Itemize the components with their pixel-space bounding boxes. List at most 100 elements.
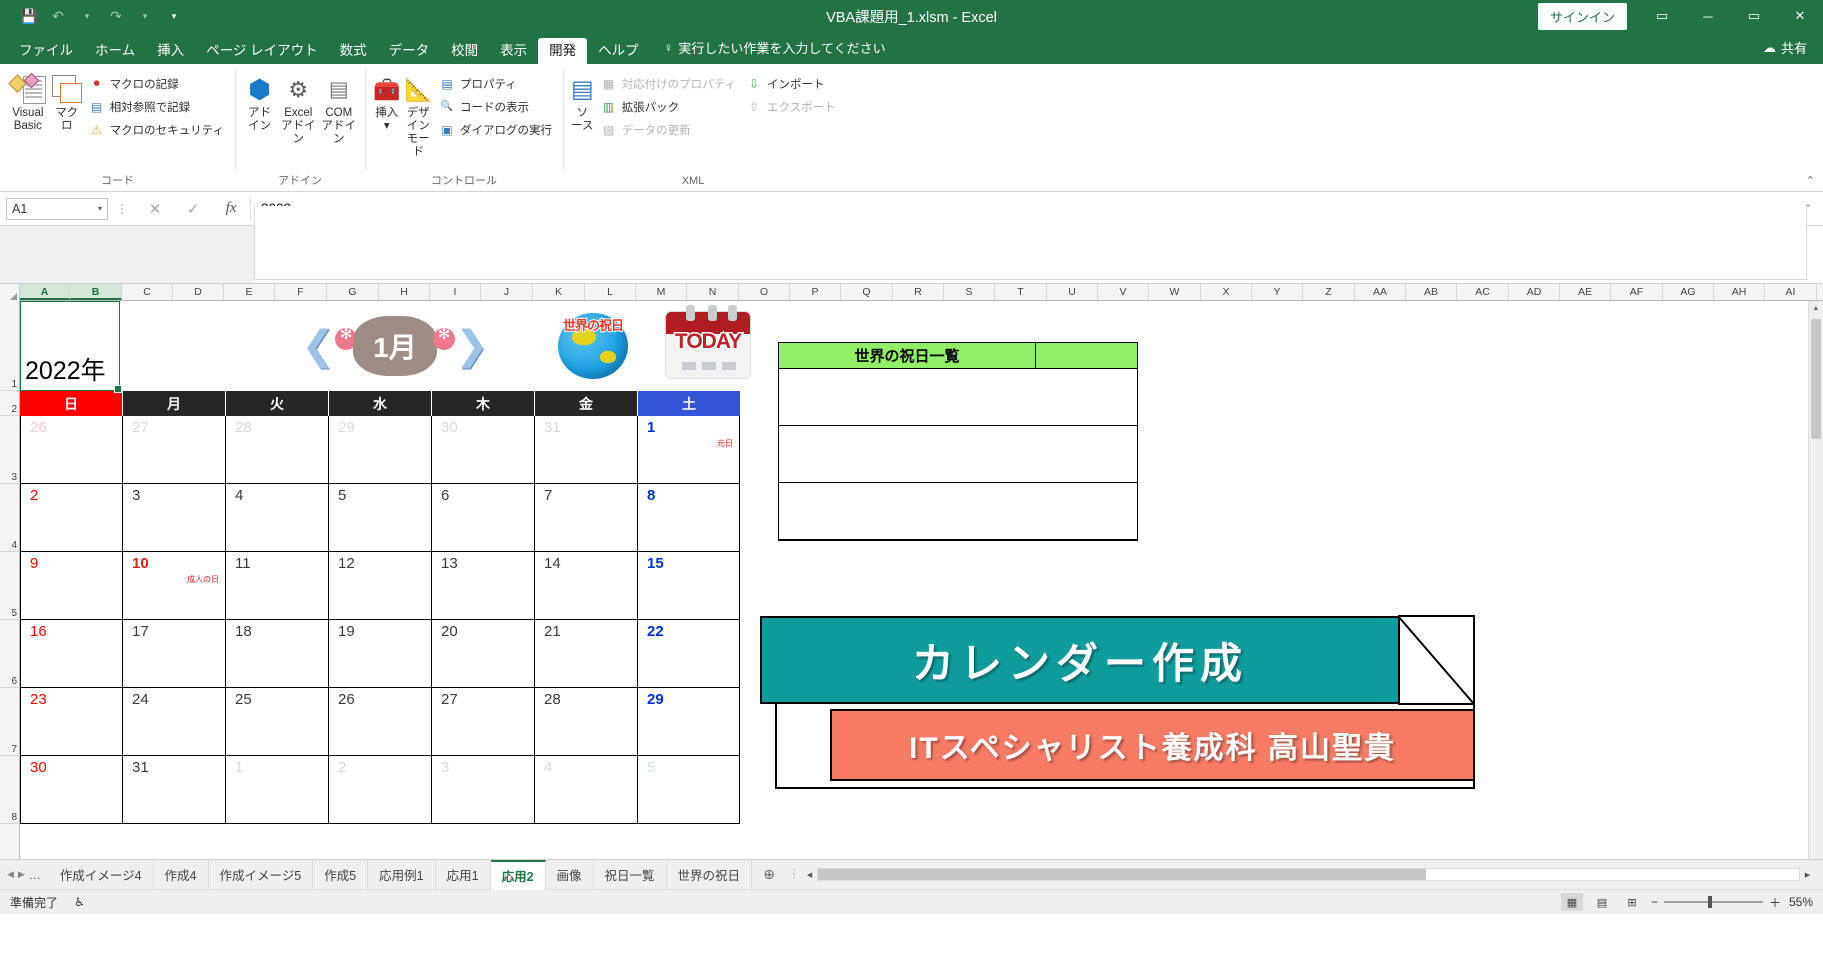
day-cell[interactable]: 20	[432, 620, 535, 688]
sheet-tab-gazou[interactable]: 画像	[546, 859, 594, 890]
col-header-V[interactable]: V	[1098, 284, 1149, 300]
sheet-tab-sakusei-image-5[interactable]: 作成イメージ5	[209, 859, 314, 890]
sheet-tab-sekai-no-shukujitsu[interactable]: 世界の祝日	[667, 859, 753, 890]
day-cell[interactable]: 31	[535, 416, 638, 484]
day-cell[interactable]: 27	[432, 688, 535, 756]
day-cell[interactable]: 10 成人の日	[123, 552, 226, 620]
world-holidays-button[interactable]: 世界の祝日	[558, 313, 628, 379]
name-box-dropdown-icon[interactable]: ▾	[98, 204, 102, 213]
tab-data[interactable]: データ	[378, 38, 441, 65]
col-header-D[interactable]: D	[173, 284, 224, 300]
col-header-P[interactable]: P	[790, 284, 841, 300]
cancel-formula-icon[interactable]: ✕	[136, 197, 174, 221]
col-header-W[interactable]: W	[1149, 284, 1201, 300]
save-icon[interactable]: 💾	[16, 4, 42, 28]
minimize-icon[interactable]: ─	[1685, 0, 1731, 32]
day-cell[interactable]: 18	[226, 620, 329, 688]
tab-view[interactable]: 表示	[489, 38, 538, 65]
col-header-H[interactable]: H	[379, 284, 430, 300]
col-header-AA[interactable]: AA	[1355, 284, 1406, 300]
horizontal-scrollbar[interactable]: ◀ ▶	[802, 867, 1815, 882]
run-dialog-button[interactable]: ▣ ダイアログの実行	[434, 118, 557, 141]
col-header-S[interactable]: S	[944, 284, 995, 300]
day-cell[interactable]: 8	[638, 484, 740, 552]
redo-dropdown-icon[interactable]: ▾	[132, 4, 158, 28]
day-cell[interactable]: 3	[432, 756, 535, 824]
import-button[interactable]: ⇩ インポート	[741, 72, 841, 95]
col-header-Q[interactable]: Q	[841, 284, 893, 300]
expansion-packs-button[interactable]: ▥ 拡張パック	[596, 95, 741, 118]
sheet-nav-overflow-icon[interactable]: …	[29, 868, 42, 882]
col-header-AB[interactable]: AB	[1406, 284, 1457, 300]
customize-qat-icon[interactable]: ▾	[161, 4, 187, 28]
zoom-knob[interactable]	[1707, 896, 1712, 908]
col-header-Y[interactable]: Y	[1252, 284, 1303, 300]
hscroll-thumb[interactable]	[818, 869, 1427, 880]
col-header-AH[interactable]: AH	[1714, 284, 1765, 300]
col-header-M[interactable]: M	[636, 284, 687, 300]
xml-source-button[interactable]: ▤ ソース	[569, 68, 596, 136]
day-cell[interactable]: 15	[638, 552, 740, 620]
use-relative-references-button[interactable]: ▤ 相対参照で記録	[84, 95, 229, 118]
sheet-nav-prev-icon[interactable]: ◀	[7, 869, 14, 880]
col-header-G[interactable]: G	[327, 284, 379, 300]
zoom-level[interactable]: 55%	[1789, 895, 1813, 909]
day-cell[interactable]: 22	[638, 620, 740, 688]
day-cell[interactable]: 29	[638, 688, 740, 756]
col-header-L[interactable]: L	[585, 284, 636, 300]
day-cell[interactable]: 28	[226, 416, 329, 484]
col-header-AC[interactable]: AC	[1457, 284, 1509, 300]
row-header-7[interactable]: 7	[0, 688, 19, 756]
restore-icon[interactable]: ▭	[1731, 0, 1777, 32]
tab-help[interactable]: ヘルプ	[587, 38, 650, 65]
sheet-nav-next-icon[interactable]: ▶	[18, 869, 25, 880]
tab-split-grip[interactable]: ⋮	[786, 869, 802, 880]
ribbon-display-options-icon[interactable]: ▭	[1639, 0, 1685, 32]
zoom-track[interactable]	[1663, 896, 1763, 908]
col-header-Z[interactable]: Z	[1303, 284, 1355, 300]
day-cell[interactable]: 12	[329, 552, 432, 620]
excel-addins-button[interactable]: ⚙ Excel アドイン	[278, 68, 318, 149]
day-cell[interactable]: 24	[123, 688, 226, 756]
day-cell[interactable]: 5	[638, 756, 740, 824]
row-header-8[interactable]: 8	[0, 756, 19, 824]
collapse-ribbon-icon[interactable]: ⌃	[1806, 174, 1815, 187]
tab-page-layout[interactable]: ページ レイアウト	[195, 38, 328, 65]
tell-me-box[interactable]: ♀ 実行したい作業を入力してください	[650, 32, 896, 64]
day-cell[interactable]: 23	[20, 688, 123, 756]
view-page-break-icon[interactable]: ⊞	[1621, 893, 1643, 911]
macro-security-button[interactable]: ⚠ マクロのセキュリティ	[84, 118, 229, 141]
insert-control-button[interactable]: 🧰 挿入 ▾	[371, 68, 402, 136]
select-all-corner[interactable]	[0, 284, 20, 301]
view-code-button[interactable]: 🔍 コードの表示	[434, 95, 557, 118]
zoom-in-icon[interactable]: ＋	[1769, 894, 1781, 911]
next-month-icon[interactable]: ❯	[455, 323, 489, 369]
day-cell[interactable]: 30	[20, 756, 123, 824]
visual-basic-button[interactable]: Visual Basic	[6, 68, 50, 136]
row-header-4[interactable]: 4	[0, 484, 19, 552]
row-header-1[interactable]: 1	[0, 301, 19, 391]
col-header-I[interactable]: I	[430, 284, 481, 300]
row-header-2[interactable]: 2	[0, 391, 19, 416]
col-header-O[interactable]: O	[739, 284, 790, 300]
col-header-AG[interactable]: AG	[1663, 284, 1714, 300]
sheet-tab-sakusei-5[interactable]: 作成5	[313, 859, 369, 890]
col-header-T[interactable]: T	[995, 284, 1047, 300]
sheet-tab-shukujitsu-ichiran[interactable]: 祝日一覧	[594, 859, 667, 890]
sheet-tab-ouyourei-1[interactable]: 応用例1	[368, 859, 436, 890]
day-cell[interactable]: 17	[123, 620, 226, 688]
accessibility-icon[interactable]: ♿	[74, 895, 85, 909]
col-header-A[interactable]: A	[20, 284, 70, 300]
hscroll-track[interactable]	[817, 868, 1800, 881]
design-mode-button[interactable]: 📐 デザイン モード	[402, 68, 434, 162]
day-cell[interactable]: 1 元日	[638, 416, 740, 484]
day-cell[interactable]: 26	[20, 416, 123, 484]
day-cell[interactable]: 6	[432, 484, 535, 552]
day-cell[interactable]: 25	[226, 688, 329, 756]
cell-A1-year[interactable]: 2022年	[20, 301, 122, 393]
col-header-R[interactable]: R	[893, 284, 944, 300]
sheet-tab-sakusei-4[interactable]: 作成4	[154, 859, 209, 890]
zoom-slider[interactable]: − ＋	[1651, 894, 1781, 911]
sheet-tab-ouyou-1[interactable]: 応用1	[436, 859, 491, 890]
day-cell[interactable]: 14	[535, 552, 638, 620]
